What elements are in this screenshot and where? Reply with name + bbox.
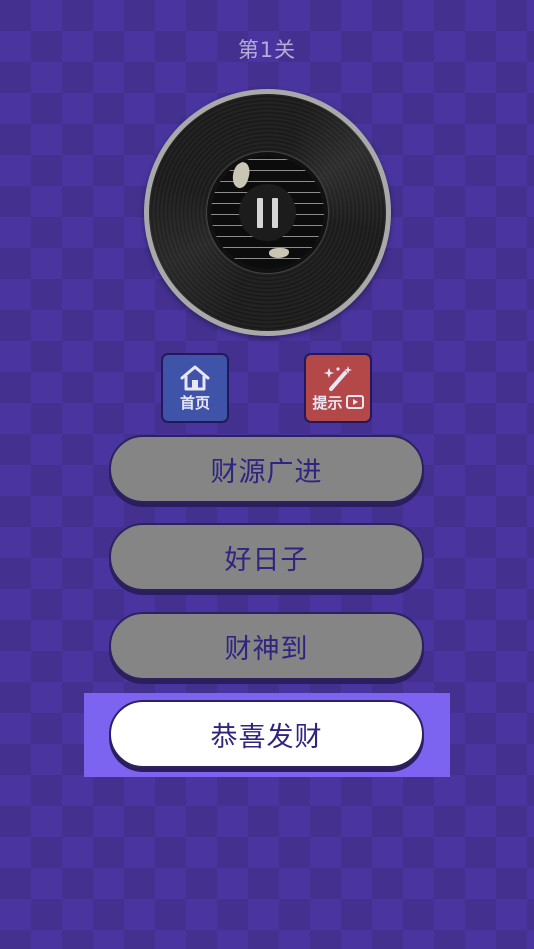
home-button[interactable]: 首页: [161, 353, 229, 423]
vinyl-record[interactable]: [144, 89, 391, 336]
magic-wand-icon: [323, 365, 352, 391]
answer-option-3[interactable]: 财神到: [109, 612, 424, 680]
pause-icon[interactable]: [239, 184, 296, 241]
level-title: 第1关: [237, 38, 297, 62]
hint-label: 提示: [312, 393, 343, 412]
hint-button[interactable]: 提示: [304, 353, 372, 423]
answer-option-4[interactable]: 恭喜发财: [109, 700, 424, 768]
record-label: [211, 156, 324, 269]
record-grooves: [149, 94, 386, 331]
answer-option-1[interactable]: 财源广进: [109, 435, 424, 503]
home-label: 首页: [179, 393, 210, 412]
video-icon: [345, 395, 364, 409]
home-icon: [180, 365, 210, 390]
answer-option-2[interactable]: 好日子: [109, 523, 424, 591]
